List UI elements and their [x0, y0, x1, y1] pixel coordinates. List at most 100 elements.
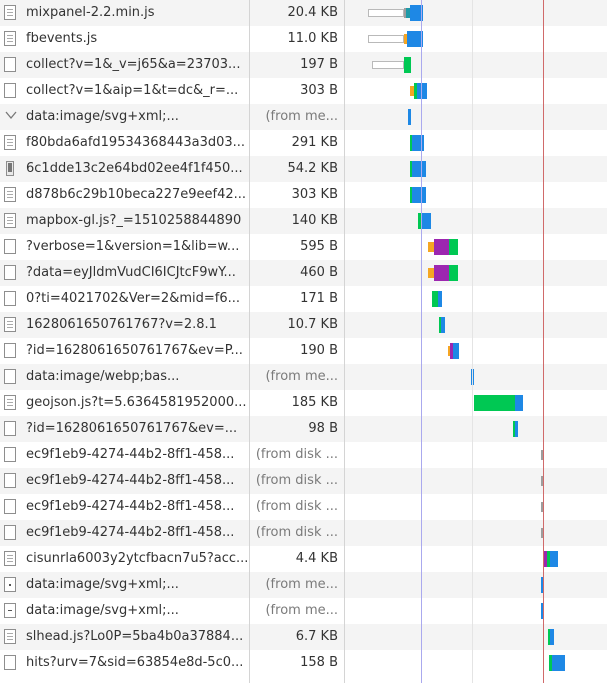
- file-icon: [4, 343, 16, 358]
- request-size-cell: 20.4 KB: [249, 0, 344, 26]
- request-size-cell: 291 KB: [249, 130, 344, 156]
- request-size-cell: 54.2 KB: [249, 156, 344, 182]
- request-size: (from me...: [265, 603, 338, 618]
- request-row[interactable]: collect?v=1&_v=j65&a=23703... 197 B: [0, 52, 607, 78]
- request-size: (from me...: [265, 369, 338, 384]
- request-name-cell[interactable]: ec9f1eb9-4274-44b2-8ff1-458...: [0, 520, 249, 546]
- waterfall-segment-waiting: [474, 395, 515, 411]
- request-name-cell[interactable]: data:image/svg+xml;...: [0, 572, 249, 598]
- request-row[interactable]: mixpanel-2.2.min.js 20.4 KB: [0, 0, 607, 26]
- waterfall-segment-download: [552, 655, 565, 671]
- waterfall-segment-download: [550, 551, 558, 567]
- request-name: collect?v=1&_v=j65&a=23703...: [26, 57, 241, 72]
- doc-icon: [4, 629, 16, 644]
- waterfall-segment-download: [515, 421, 518, 437]
- request-name: geojson.js?t=5.6364581952000...: [26, 395, 247, 410]
- request-row[interactable]: f80bda6afd19534368443a3d03... 291 KB: [0, 130, 607, 156]
- network-request-table: mixpanel-2.2.min.js 20.4 KB fbevents.js 11.…: [0, 0, 607, 683]
- waterfall-segment-download: [438, 291, 442, 307]
- request-name-cell[interactable]: fbevents.js: [0, 26, 249, 52]
- request-row[interactable]: slhead.js?Lo0P=5ba4b0a37884... 6.7 KB: [0, 624, 607, 650]
- request-size-cell: 10.7 KB: [249, 312, 344, 338]
- request-row[interactable]: fbevents.js 11.0 KB: [0, 26, 607, 52]
- request-size: 158 B: [300, 655, 338, 670]
- request-row[interactable]: ec9f1eb9-4274-44b2-8ff1-458... (from disk…: [0, 468, 607, 494]
- request-size-cell: (from me...: [249, 104, 344, 130]
- request-name-cell[interactable]: ec9f1eb9-4274-44b2-8ff1-458...: [0, 468, 249, 494]
- request-row[interactable]: ec9f1eb9-4274-44b2-8ff1-458... (from disk…: [0, 442, 607, 468]
- request-name-cell[interactable]: ?id=1628061650761767&ev=...: [0, 416, 249, 442]
- request-size: 4.4 KB: [295, 551, 338, 566]
- file-icon: [4, 291, 16, 306]
- request-name-cell[interactable]: ec9f1eb9-4274-44b2-8ff1-458...: [0, 494, 249, 520]
- request-name-cell[interactable]: slhead.js?Lo0P=5ba4b0a37884...: [0, 624, 249, 650]
- request-row[interactable]: ?id=1628061650761767&ev=P... 190 B: [0, 338, 607, 364]
- request-row[interactable]: mapbox-gl.js?_=1510258844890 140 KB: [0, 208, 607, 234]
- waterfall-segment-stalled: [372, 61, 404, 69]
- request-name-cell[interactable]: d878b6c29b10beca227e9eef42...: [0, 182, 249, 208]
- request-name-cell[interactable]: collect?v=1&aip=1&t=dc&_r=...: [0, 78, 249, 104]
- request-row[interactable]: data:image/svg+xml;... (from me...: [0, 104, 607, 130]
- request-name: data:image/svg+xml;...: [26, 109, 179, 124]
- request-name: 1628061650761767?v=2.8.1: [26, 317, 217, 332]
- request-row[interactable]: 6c1dde13c2e64bd02ee4f1f450... 54.2 KB: [0, 156, 607, 182]
- request-row[interactable]: data:image/svg+xml;... (from me...: [0, 572, 607, 598]
- request-row[interactable]: data:image/svg+xml;... (from me...: [0, 598, 607, 624]
- request-name-cell[interactable]: data:image/svg+xml;...: [0, 104, 249, 130]
- phone-icon: [6, 161, 14, 176]
- request-name-cell[interactable]: ec9f1eb9-4274-44b2-8ff1-458...: [0, 442, 249, 468]
- request-name: mapbox-gl.js?_=1510258844890: [26, 213, 242, 228]
- request-name-cell[interactable]: 0?ti=4021702&Ver=2&mid=f6...: [0, 286, 249, 312]
- request-name: ec9f1eb9-4274-44b2-8ff1-458...: [26, 499, 235, 514]
- dash-icon: [4, 603, 16, 618]
- request-row[interactable]: ec9f1eb9-4274-44b2-8ff1-458... (from disk…: [0, 494, 607, 520]
- request-row[interactable]: ec9f1eb9-4274-44b2-8ff1-458... (from disk…: [0, 520, 607, 546]
- request-size-cell: 6.7 KB: [249, 624, 344, 650]
- request-name-cell[interactable]: 1628061650761767?v=2.8.1: [0, 312, 249, 338]
- doc-icon: [4, 395, 16, 410]
- file-icon: [4, 83, 16, 98]
- request-name-cell[interactable]: geojson.js?t=5.6364581952000...: [0, 390, 249, 416]
- request-name: 6c1dde13c2e64bd02ee4f1f450...: [26, 161, 243, 176]
- request-row[interactable]: cisunrla6003y2ytcfbacn7u5?acc... 4.4 KB: [0, 546, 607, 572]
- waterfall-segment-download: [412, 135, 424, 151]
- request-name: hits?urv=7&sid=63854e8d-5c0...: [26, 655, 244, 670]
- request-row[interactable]: 1628061650761767?v=2.8.1 10.7 KB: [0, 312, 607, 338]
- request-row[interactable]: hits?urv=7&sid=63854e8d-5c0... 158 B: [0, 650, 607, 676]
- request-name-cell[interactable]: ?id=1628061650761767&ev=P...: [0, 338, 249, 364]
- request-name: ?data=eyJldmVudCI6ICJtcF9wY...: [26, 265, 236, 280]
- request-name-cell[interactable]: hits?urv=7&sid=63854e8d-5c0...: [0, 650, 249, 676]
- request-name-cell[interactable]: ?data=eyJldmVudCI6ICJtcF9wY...: [0, 260, 249, 286]
- request-row[interactable]: geojson.js?t=5.6364581952000... 185 KB: [0, 390, 607, 416]
- request-name-cell[interactable]: data:image/svg+xml;...: [0, 598, 249, 624]
- request-size: 190 B: [300, 343, 338, 358]
- request-row[interactable]: ?verbose=1&version=1&lib=w... 595 B: [0, 234, 607, 260]
- request-name: ec9f1eb9-4274-44b2-8ff1-458...: [26, 525, 235, 540]
- request-row[interactable]: collect?v=1&aip=1&t=dc&_r=... 303 B: [0, 78, 607, 104]
- request-name-cell[interactable]: ?verbose=1&version=1&lib=w...: [0, 234, 249, 260]
- request-row[interactable]: ?id=1628061650761767&ev=... 98 B: [0, 416, 607, 442]
- column-divider-size-waterfall: [344, 0, 345, 683]
- request-row[interactable]: 0?ti=4021702&Ver=2&mid=f6... 171 B: [0, 286, 607, 312]
- request-name-cell[interactable]: data:image/webp;bas...: [0, 364, 249, 390]
- request-name-cell[interactable]: 6c1dde13c2e64bd02ee4f1f450...: [0, 156, 249, 182]
- request-row[interactable]: d878b6c29b10beca227e9eef42... 303 KB: [0, 182, 607, 208]
- waterfall-segment-download: [441, 317, 445, 333]
- request-size: (from disk ...: [255, 525, 338, 540]
- waterfall-segment-download: [412, 161, 426, 177]
- request-name-cell[interactable]: mixpanel-2.2.min.js: [0, 0, 249, 26]
- file-icon: [4, 57, 16, 72]
- request-size-cell: 158 B: [249, 650, 344, 676]
- request-size-cell: 197 B: [249, 52, 344, 78]
- request-name-cell[interactable]: collect?v=1&_v=j65&a=23703...: [0, 52, 249, 78]
- request-name-cell[interactable]: f80bda6afd19534368443a3d03...: [0, 130, 249, 156]
- request-row[interactable]: data:image/webp;bas... (from me...: [0, 364, 607, 390]
- request-size-cell: (from me...: [249, 364, 344, 390]
- waterfall-segment-stalled: [368, 35, 404, 43]
- request-name-cell[interactable]: cisunrla6003y2ytcfbacn7u5?acc...: [0, 546, 249, 572]
- request-name: 0?ti=4021702&Ver=2&mid=f6...: [26, 291, 240, 306]
- request-name: f80bda6afd19534368443a3d03...: [26, 135, 246, 150]
- request-size: (from me...: [265, 109, 338, 124]
- request-row[interactable]: ?data=eyJldmVudCI6ICJtcF9wY... 460 B: [0, 260, 607, 286]
- request-name-cell[interactable]: mapbox-gl.js?_=1510258844890: [0, 208, 249, 234]
